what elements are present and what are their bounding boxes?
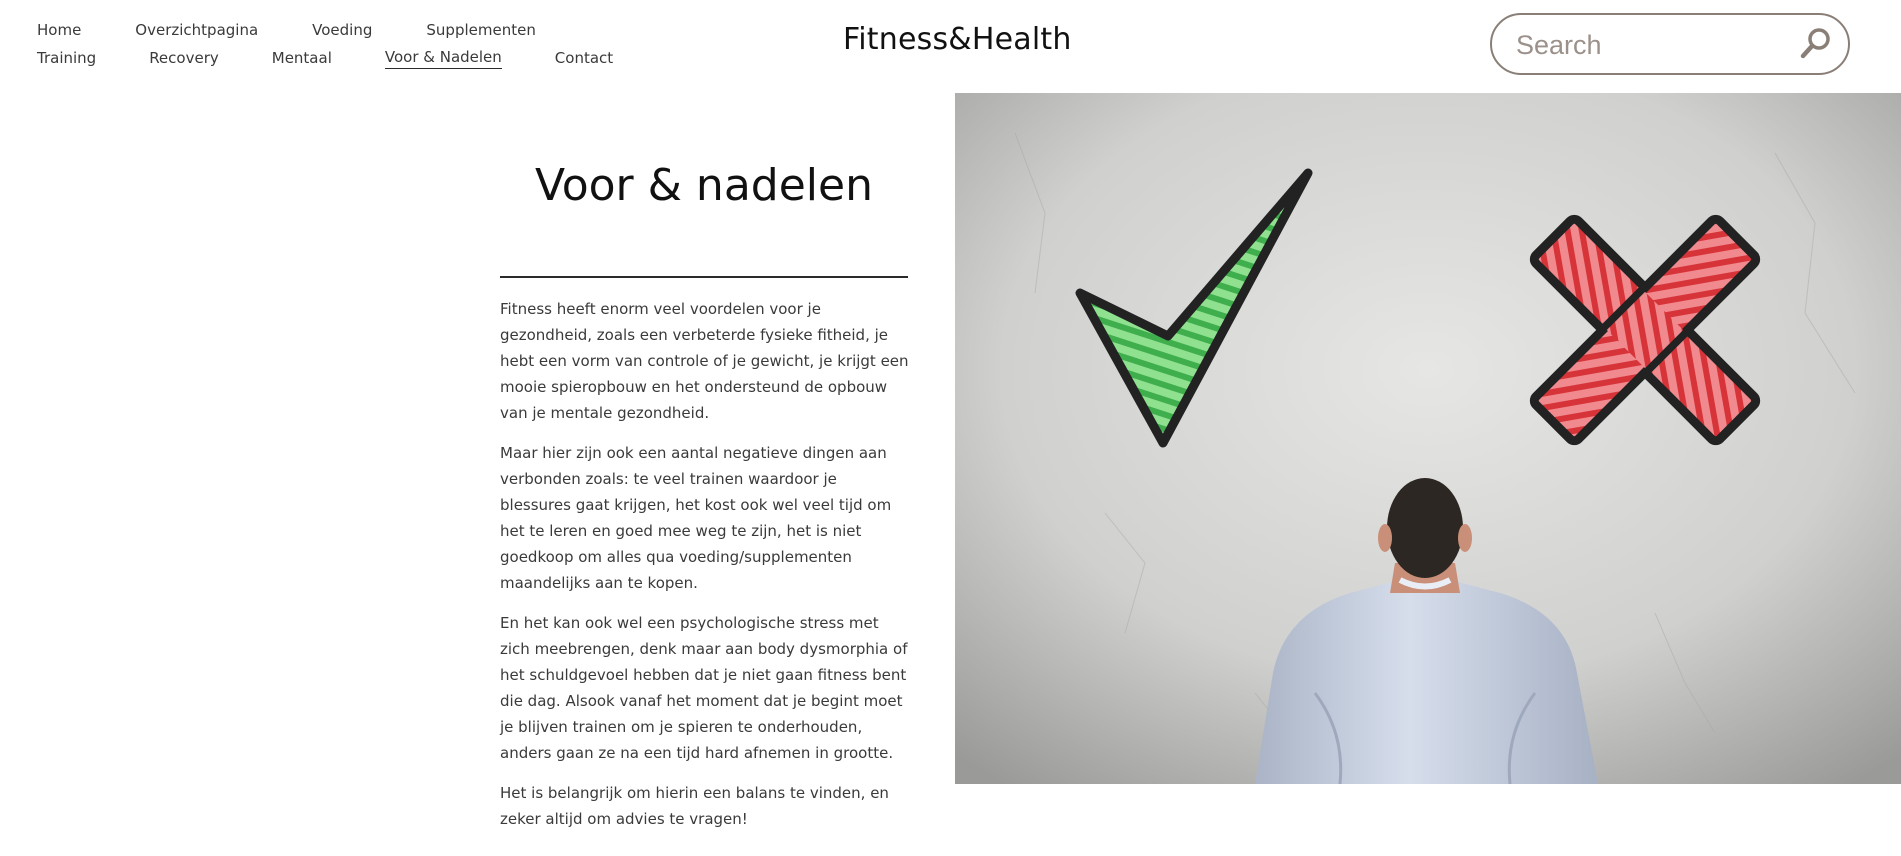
- page-title: Voor & nadelen: [535, 160, 873, 211]
- hero-image: [955, 93, 1901, 784]
- site-title[interactable]: Fitness&Health: [843, 22, 1072, 57]
- nav-item-mentaal[interactable]: Mentaal: [272, 49, 332, 67]
- search-input[interactable]: [1514, 27, 1778, 63]
- main-nav: Home Overzichtpagina Voeding Supplemente…: [37, 16, 657, 72]
- nav-item-training[interactable]: Training: [37, 49, 96, 67]
- paragraph-nadelen: Maar hier zijn ook een aantal negatieve …: [500, 444, 892, 592]
- nav-item-recovery[interactable]: Recovery: [149, 49, 219, 67]
- search-box: [1490, 13, 1850, 75]
- paragraph-stress: En het kan ook wel een psychologische st…: [500, 614, 908, 762]
- nav-item-voeding[interactable]: Voeding: [312, 21, 372, 39]
- nav-item-home[interactable]: Home: [37, 21, 81, 39]
- nav-item-supplementen[interactable]: Supplementen: [426, 21, 535, 39]
- paragraph-voordelen: Fitness heeft enorm veel voordelen voor …: [500, 300, 909, 422]
- nav-item-contact[interactable]: Contact: [555, 49, 613, 67]
- nav-item-voor-nadelen[interactable]: Voor & Nadelen: [384, 48, 502, 69]
- article-body: Fitness heeft enorm veel voordelen voor …: [500, 296, 912, 846]
- page: Home Overzichtpagina Voeding Supplemente…: [0, 0, 1901, 856]
- nav-item-overzichtpagina[interactable]: Overzichtpagina: [135, 21, 258, 39]
- paragraph-balans: Het is belangrijk om hierin een balans t…: [500, 784, 889, 828]
- heading-divider: [500, 276, 908, 278]
- search-icon[interactable]: [1798, 27, 1832, 61]
- nav-row-1: Home Overzichtpagina Voeding Supplemente…: [37, 16, 657, 44]
- nav-row-2: Training Recovery Mentaal Voor & Nadelen…: [37, 44, 657, 72]
